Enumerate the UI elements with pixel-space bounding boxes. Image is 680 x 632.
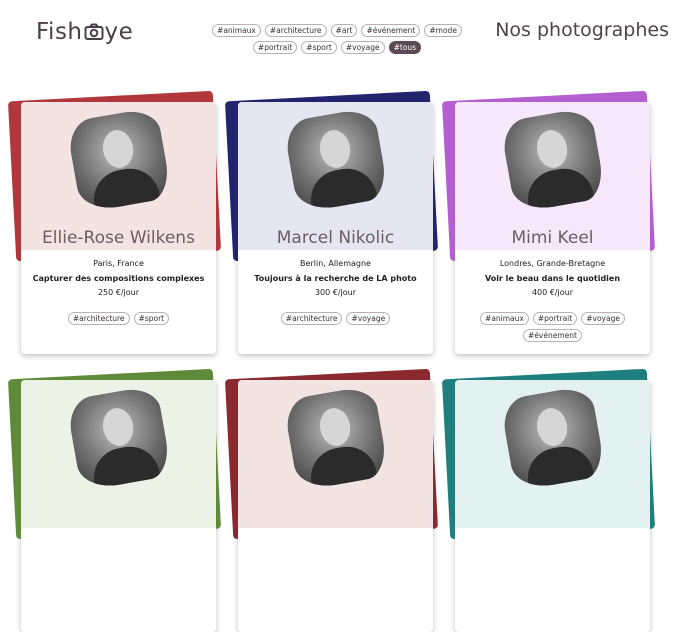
portrait-head: [534, 127, 571, 171]
card-tag[interactable]: #portrait: [532, 312, 578, 325]
portrait-head: [534, 405, 571, 449]
page-title: Nos photographes: [495, 19, 669, 41]
photographer-portrait[interactable]: [499, 384, 607, 492]
card-tag[interactable]: #événement: [523, 329, 582, 342]
photographer-tagline: Toujours à la recherche de LA photo: [254, 274, 417, 283]
photographer-name[interactable]: Mimi Keel: [455, 228, 650, 248]
camera-icon: [84, 22, 104, 42]
photographer-name[interactable]: Ellie-Rose Wilkens: [21, 228, 216, 248]
logo-text-right: ye: [104, 19, 134, 45]
filter-tag-mode[interactable]: #mode: [424, 24, 462, 37]
tag-filter-nav: #animaux #architecture #art #événement #…: [212, 24, 462, 54]
filter-tag-animaux[interactable]: #animaux: [212, 24, 261, 37]
photographer-portrait[interactable]: [282, 384, 390, 492]
card-tag[interactable]: #voyage: [346, 312, 391, 325]
card-body: [455, 380, 650, 632]
card-tag-list: #animaux #portrait #voyage #événement: [465, 312, 640, 342]
photographer-portrait[interactable]: [282, 106, 390, 214]
photographer-price: 300 €/jour: [314, 288, 357, 297]
card-tag-list: #architecture #sport: [31, 312, 206, 325]
photographer-card[interactable]: [441, 368, 656, 632]
portrait-head: [317, 127, 354, 171]
logo-text-left: Fish: [36, 19, 83, 45]
portrait-head: [100, 405, 137, 449]
photographer-price: 400 €/jour: [531, 288, 574, 297]
photographer-portrait[interactable]: [65, 384, 173, 492]
logo[interactable]: Fish ye: [36, 19, 133, 45]
portrait-head: [317, 405, 354, 449]
photographer-card[interactable]: [224, 368, 439, 632]
photographer-location: Berlin, Allemagne: [300, 259, 371, 268]
card-tag[interactable]: #architecture: [67, 312, 130, 325]
portrait-head: [100, 127, 137, 171]
photographer-card[interactable]: [7, 368, 222, 632]
card-body: [21, 380, 216, 632]
card-tag-list: #architecture #voyage: [248, 312, 423, 325]
photographer-name[interactable]: Marcel Nikolic: [238, 228, 433, 248]
photographer-portrait[interactable]: [499, 106, 607, 214]
card-body: Ellie-Rose Wilkens Paris, France Capture…: [21, 102, 216, 354]
card-tag[interactable]: #animaux: [480, 312, 529, 325]
filter-tag-tous[interactable]: #tous: [388, 41, 422, 54]
card-body: [238, 380, 433, 632]
card-body: Mimi Keel Londres, Grande-Bretagne Voir …: [455, 102, 650, 354]
filter-tag-architecture[interactable]: #architecture: [264, 24, 327, 37]
card-tag[interactable]: #voyage: [581, 312, 625, 325]
card-tag[interactable]: #architecture: [280, 312, 343, 325]
photographer-portrait[interactable]: [65, 106, 173, 214]
filter-tag-sport[interactable]: #sport: [301, 41, 337, 54]
filter-tag-evenement[interactable]: #événement: [361, 24, 421, 37]
filter-tag-voyage[interactable]: #voyage: [340, 41, 385, 54]
filter-tag-portrait[interactable]: #portrait: [252, 41, 298, 54]
photographer-card[interactable]: Ellie-Rose Wilkens Paris, France Capture…: [7, 90, 222, 354]
card-body: Marcel Nikolic Berlin, Allemagne Toujour…: [238, 102, 433, 354]
card-tag[interactable]: #sport: [133, 312, 170, 325]
photographer-tagline: Capturer des compositions complexes: [32, 274, 205, 283]
photographer-price: 250 €/jour: [97, 288, 140, 297]
photographer-location: Paris, France: [93, 259, 144, 268]
photographer-tagline: Voir le beau dans le quotidien: [484, 274, 621, 283]
photographer-card[interactable]: Mimi Keel Londres, Grande-Bretagne Voir …: [441, 90, 656, 354]
filter-tag-art[interactable]: #art: [330, 24, 358, 37]
photographer-card[interactable]: Marcel Nikolic Berlin, Allemagne Toujour…: [224, 90, 439, 354]
photographer-location: Londres, Grande-Bretagne: [499, 259, 606, 268]
